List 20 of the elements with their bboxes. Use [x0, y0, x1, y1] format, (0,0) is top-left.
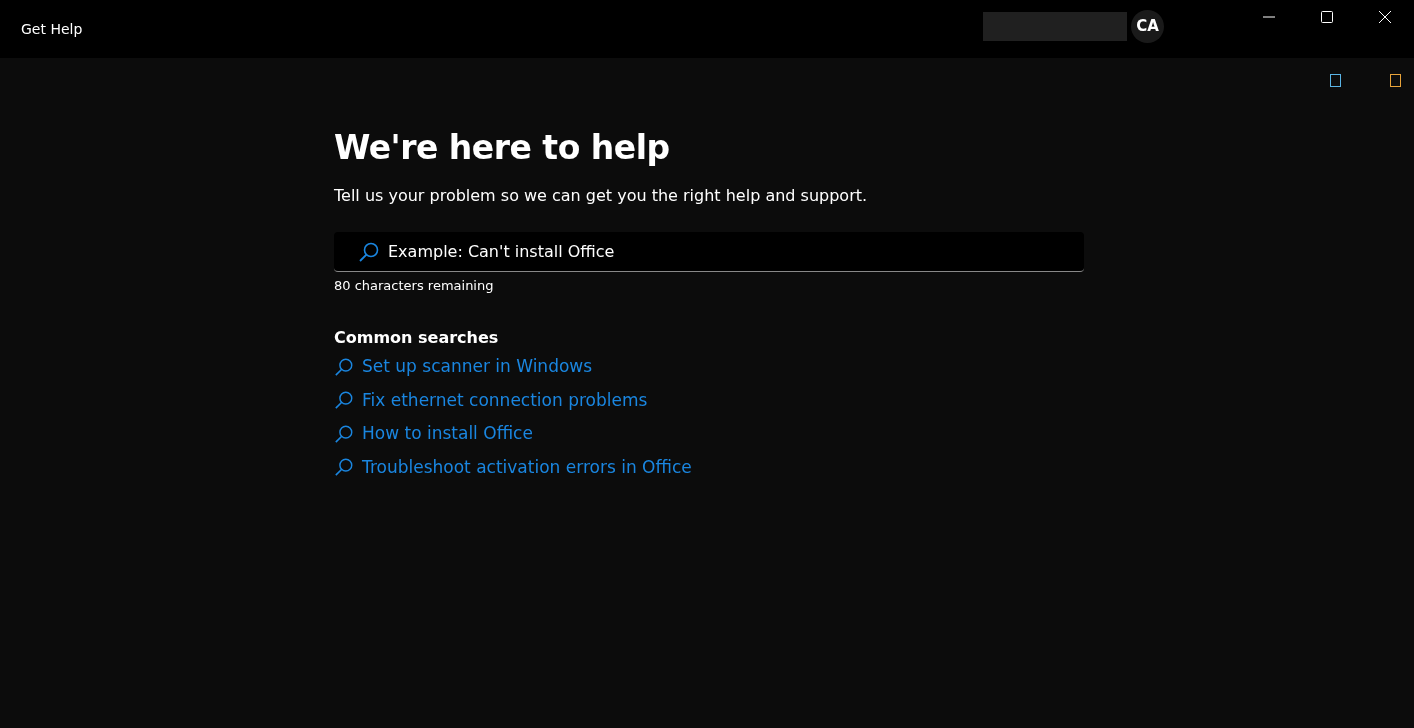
section-title: Common searches: [334, 327, 500, 350]
search-icon: [334, 423, 354, 444]
search-link[interactable]: How to install Office: [362, 421, 533, 447]
maximize-icon: [1321, 10, 1333, 23]
search-icon: [334, 457, 354, 478]
rectangle-icon[interactable]: [1330, 74, 1342, 88]
search-icon: [334, 356, 354, 377]
rectangle-icon[interactable]: [1390, 74, 1402, 88]
search-icon: [358, 240, 380, 263]
account-avatar[interactable]: CA: [1131, 9, 1164, 43]
close-icon: [1379, 10, 1391, 23]
search-icon: [334, 390, 354, 411]
page-heading: We're here to help: [334, 128, 671, 168]
search-link[interactable]: Fix ethernet connection problems: [362, 387, 648, 414]
subtitle: Tell us your problem so we can get you the right help and support.: [334, 184, 869, 207]
search-link[interactable]: Troubleshoot activation errors in Office: [362, 454, 692, 481]
search-link[interactable]: Set up scanner in Windows: [362, 354, 593, 380]
character-counter: 80 characters remaining: [334, 276, 495, 295]
search-field[interactable]: Example: Can't install Office: [334, 231, 1084, 272]
window-title: Get Help: [21, 19, 83, 39]
